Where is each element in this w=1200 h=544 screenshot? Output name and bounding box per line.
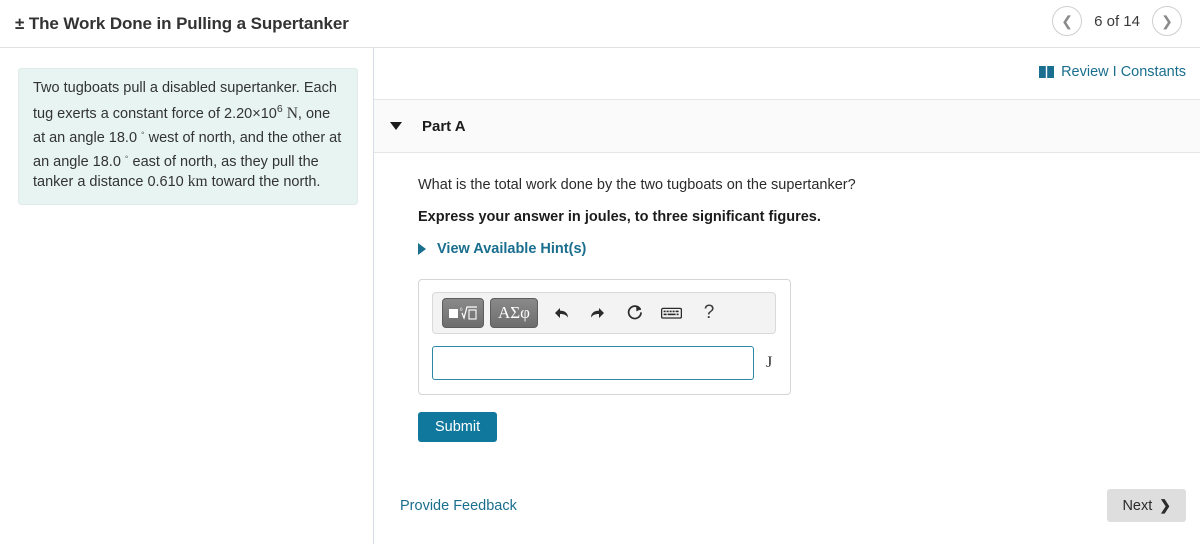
greek-symbols-label: ΑΣφ <box>498 303 530 322</box>
submit-button[interactable]: Submit <box>418 412 498 442</box>
problem-statement-column: Two tugboats pull a disabled supertanker… <box>0 48 374 544</box>
chevron-left-icon: ❮ <box>1061 13 1073 29</box>
question-text: What is the total work done by the two t… <box>418 177 856 193</box>
view-hints-toggle[interactable]: View Available Hint(s) <box>418 241 1200 257</box>
part-a-label: Part A <box>422 117 466 135</box>
answer-column: Review I Constants Part A What is the to… <box>374 48 1200 544</box>
chevron-right-icon: ❯ <box>1159 497 1171 513</box>
next-problem-button[interactable]: ❯ <box>1152 6 1182 36</box>
part-a-body: What is the total work done by the two t… <box>374 153 1200 442</box>
review-constants-link[interactable]: Review I Constants <box>1061 64 1186 80</box>
next-button[interactable]: Next ❯ <box>1107 489 1186 522</box>
provide-feedback-link[interactable]: Provide Feedback <box>400 498 517 514</box>
view-hints-label: View Available Hint(s) <box>437 241 587 257</box>
force-exponent: 6 <box>276 102 283 115</box>
review-constants-row: Review I Constants <box>374 48 1200 80</box>
help-icon[interactable]: ? <box>692 298 726 328</box>
distance-unit: km <box>187 173 208 191</box>
problem-text-5: toward the north. <box>211 174 321 191</box>
page-header: ± The Work Done in Pulling a Supertanker… <box>0 0 1200 48</box>
answer-input-row: J <box>432 346 776 380</box>
page-title: ± The Work Done in Pulling a Supertanker <box>15 13 349 33</box>
content-area: Two tugboats pull a disabled supertanker… <box>0 48 1200 544</box>
prev-problem-button[interactable]: ❮ <box>1052 6 1083 36</box>
page-footer: Provide Feedback Next ❯ <box>374 489 1200 522</box>
math-toolbar: 0 ΑΣφ ? <box>432 292 776 334</box>
problem-statement-box: Two tugboats pull a disabled supertanker… <box>18 68 358 205</box>
caret-down-icon[interactable] <box>390 122 402 130</box>
part-a-header[interactable]: Part A <box>374 99 1200 153</box>
answer-unit-label: J <box>766 354 773 371</box>
redo-icon[interactable] <box>581 298 615 328</box>
problem-navigation: ❮ 6 of 14 ❯ <box>1052 6 1182 36</box>
help-icon-glyph: ? <box>703 302 715 323</box>
page-indicator: 6 of 14 <box>1094 12 1140 30</box>
svg-text:0: 0 <box>460 308 463 313</box>
next-button-label: Next <box>1122 497 1153 514</box>
undo-icon[interactable] <box>544 298 578 328</box>
book-icon <box>1039 66 1055 78</box>
reset-icon[interactable] <box>618 298 652 328</box>
instruction-text: Express your answer in joules, to three … <box>418 209 821 225</box>
greek-symbols-button[interactable]: ΑΣφ <box>490 298 538 328</box>
degree-symbol-1: ◦ <box>141 127 145 139</box>
degree-symbol-2: ◦ <box>124 152 129 164</box>
math-template-button[interactable]: 0 <box>442 298 484 328</box>
keyboard-icon[interactable] <box>655 298 689 328</box>
force-unit: N <box>286 104 298 122</box>
answer-entry-widget: 0 ΑΣφ ? J <box>418 279 791 395</box>
caret-right-icon <box>418 243 426 255</box>
answer-input[interactable] <box>432 346 754 380</box>
chevron-right-icon: ❯ <box>1161 13 1173 29</box>
